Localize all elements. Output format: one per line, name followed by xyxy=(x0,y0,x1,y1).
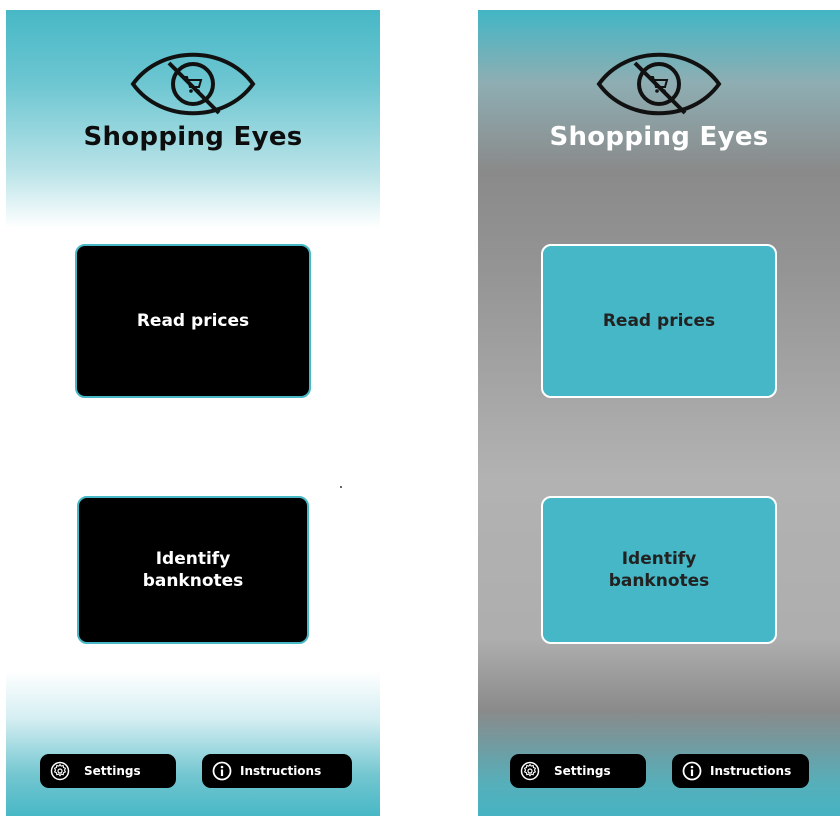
info-icon xyxy=(212,761,232,781)
identify-banknotes-label: Identify banknotes xyxy=(142,549,244,591)
app-screen-light: Shopping Eyes Read prices Identify bankn… xyxy=(6,10,380,816)
read-prices-button[interactable]: Read prices xyxy=(75,244,311,398)
read-prices-label: Read prices xyxy=(136,311,250,331)
instructions-label: Instructions xyxy=(710,764,792,778)
app-title: Shopping Eyes xyxy=(83,122,303,152)
settings-label: Settings xyxy=(554,764,611,778)
instructions-label: Instructions xyxy=(240,764,322,778)
read-prices-button[interactable]: Read prices xyxy=(541,244,777,398)
gear-icon xyxy=(50,761,70,781)
app-screen-dark: Shopping Eyes Read prices Identify bankn… xyxy=(478,10,840,816)
artifact-dot xyxy=(340,486,342,488)
identify-banknotes-button[interactable]: Identify banknotes xyxy=(541,496,777,644)
instructions-button[interactable]: Instructions xyxy=(202,754,352,788)
identify-banknotes-label: Identify banknotes xyxy=(608,549,710,591)
eye-with-cart-icon xyxy=(130,52,256,116)
settings-label: Settings xyxy=(84,764,141,778)
read-prices-label: Read prices xyxy=(602,311,716,331)
instructions-button[interactable]: Instructions xyxy=(672,754,809,788)
settings-button[interactable]: Settings xyxy=(510,754,646,788)
eye-with-cart-icon xyxy=(596,52,722,116)
info-icon xyxy=(682,761,702,781)
identify-banknotes-button[interactable]: Identify banknotes xyxy=(77,496,309,644)
settings-button[interactable]: Settings xyxy=(40,754,176,788)
gear-icon xyxy=(520,761,540,781)
app-title: Shopping Eyes xyxy=(549,122,769,152)
